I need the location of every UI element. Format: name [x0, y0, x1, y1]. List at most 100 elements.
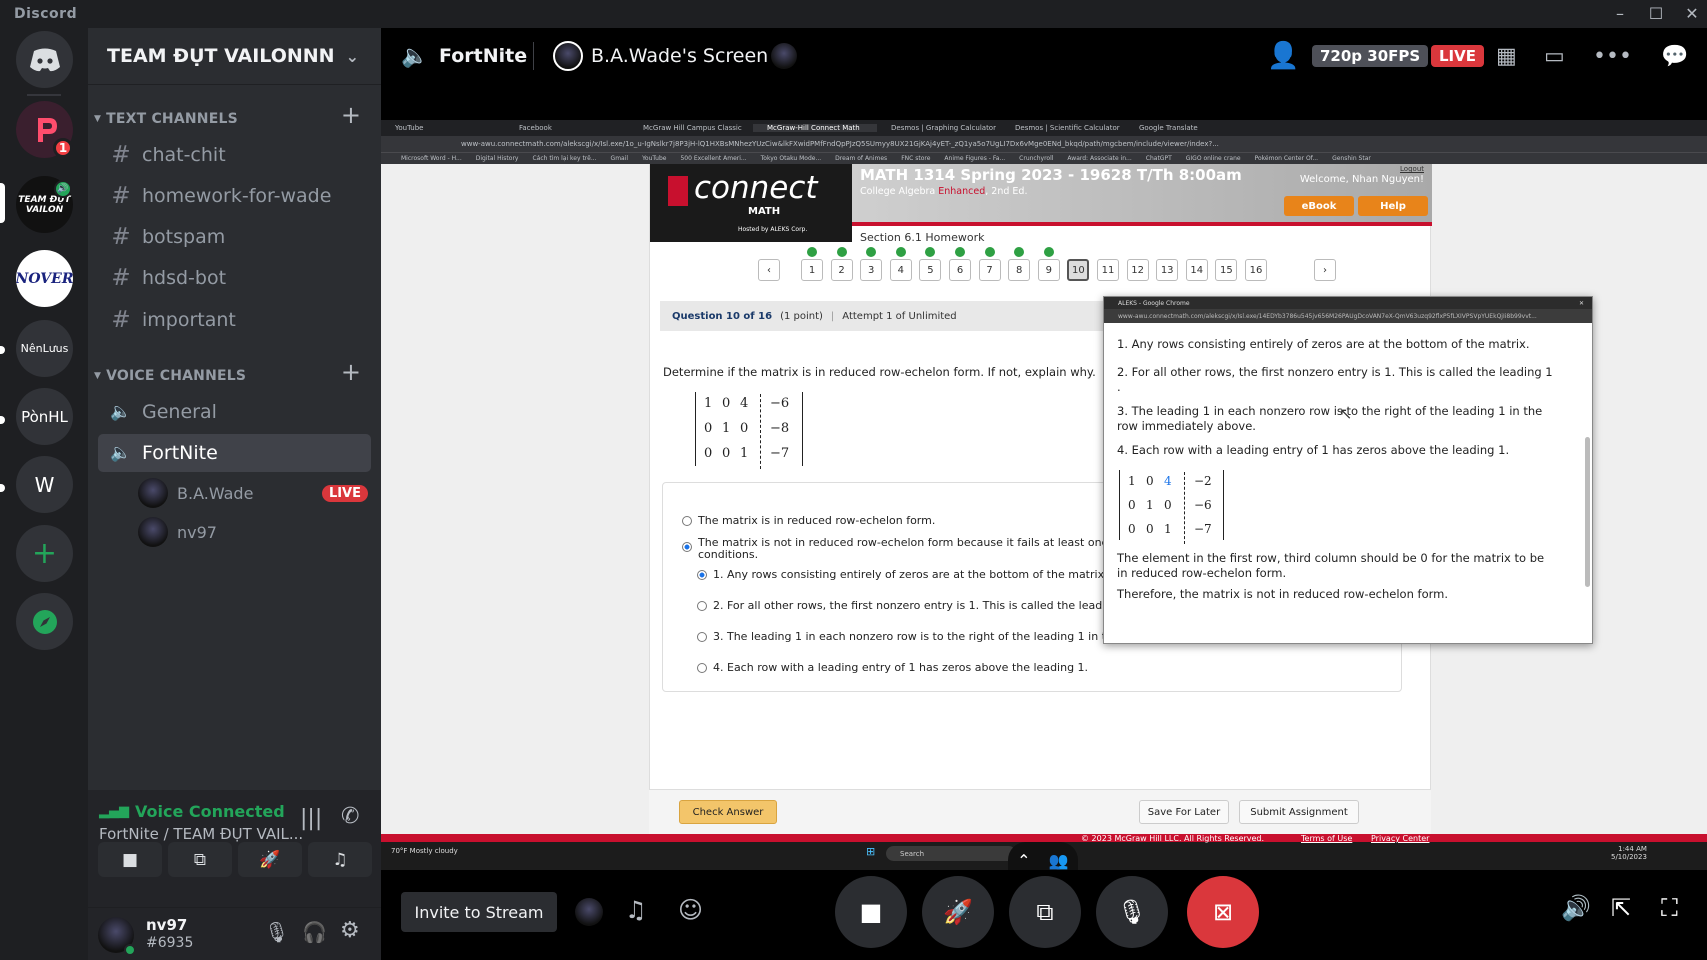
emoji-icon[interactable]: ☺	[678, 896, 703, 924]
question-nav-2[interactable]: 2	[830, 259, 853, 281]
volume-icon[interactable]: 🔊	[1561, 894, 1591, 922]
check-answer-button[interactable]: Check Answer	[679, 800, 777, 824]
channel-hdsd-bot[interactable]: # hdsd-bot	[98, 259, 371, 297]
quality-badge[interactable]: 720p 30FPS	[1312, 45, 1429, 67]
windows-start-icon[interactable]: ⊞	[866, 845, 875, 858]
soundboard-icon[interactable]: ♫	[625, 896, 647, 924]
voice-status-title[interactable]: ▂▄▆ Voice Connected	[99, 802, 285, 821]
user-name[interactable]: nv97	[146, 916, 187, 934]
invite-to-stream-button[interactable]: Invite to Stream	[401, 892, 557, 932]
popout-icon[interactable]: ▭	[1544, 44, 1565, 69]
bookmark-item[interactable]: YouTube	[642, 155, 666, 162]
minimize-icon[interactable]: –	[1608, 4, 1632, 23]
popup-scrollbar[interactable]	[1585, 437, 1590, 587]
maximize-icon[interactable]: ☐	[1644, 4, 1668, 23]
question-nav-6[interactable]: 6	[949, 259, 971, 281]
home-discord-icon[interactable]	[16, 31, 73, 88]
browser-tab[interactable]: Desmos | Scientific Calculator	[1001, 124, 1125, 132]
guild-header[interactable]: TEAM ĐỤT VAILONNN ⌄	[88, 28, 381, 85]
terms-link[interactable]: Terms of Use	[1301, 834, 1352, 843]
shared-screen[interactable]: YouTube Facebook McGraw Hill Campus Clas…	[381, 120, 1707, 870]
bookmark-item[interactable]: Award: Associate in...	[1067, 155, 1131, 162]
browser-tab[interactable]: Facebook	[505, 124, 629, 132]
question-nav-7[interactable]: 7	[978, 259, 1001, 281]
browser-tab[interactable]: Google Translate	[1125, 124, 1249, 132]
bookmark-item[interactable]: Digital History	[476, 155, 519, 162]
chevron-down-icon[interactable]: ⌄	[346, 47, 359, 66]
browser-tab[interactable]: McGraw Hill Campus Classic	[629, 124, 753, 132]
question-nav-13[interactable]: 13	[1156, 259, 1179, 281]
question-nav-9[interactable]: 9	[1037, 259, 1060, 281]
voice-user-bawade[interactable]: B.A.Wade LIVE	[138, 476, 368, 510]
channel-botspam[interactable]: # botspam	[98, 218, 371, 256]
share-screen-button[interactable]: ⧉	[1009, 876, 1081, 948]
camera-button[interactable]: ■	[835, 876, 907, 948]
radio-button-selected[interactable]	[697, 569, 707, 580]
option-not-rref[interactable]: The matrix is not in reduced row-echelon…	[682, 537, 1108, 561]
help-button[interactable]: Help	[1358, 196, 1428, 216]
radio-button[interactable]	[697, 662, 707, 673]
question-nav-5[interactable]: 5	[919, 259, 942, 281]
disconnect-icon[interactable]: ✆	[341, 804, 359, 829]
bookmark-item[interactable]: Gmail	[611, 155, 629, 162]
radio-button[interactable]	[697, 600, 707, 611]
bookmark-item[interactable]: Dream of Animes	[835, 155, 887, 162]
bookmark-item[interactable]: Anime Figures - Fa...	[944, 155, 1005, 162]
radio-button[interactable]	[697, 631, 707, 642]
voice-channel-fortnite[interactable]: 🔈 FortNite	[98, 434, 371, 472]
voice-channels-category[interactable]: ▼ VOICE CHANNELS	[94, 368, 246, 384]
bookmark-item[interactable]: FNC store	[901, 155, 930, 162]
question-nav-3[interactable]: 3	[860, 259, 883, 281]
channel-homework-for-wade[interactable]: # homework-for-wade	[98, 177, 371, 215]
browser-tab[interactable]: Desmos | Graphing Calculator	[877, 124, 1001, 132]
weather-widget[interactable]: 70°F Mostly cloudy	[391, 847, 458, 855]
question-nav-12[interactable]: 12	[1126, 259, 1149, 281]
condition-option-4[interactable]: 4. Each row with a leading entry of 1 ha…	[697, 661, 1088, 674]
microphone-icon[interactable]: 🎙	[264, 920, 289, 944]
next-question-button[interactable]: ›	[1314, 259, 1336, 281]
chevron-up-icon[interactable]: ⌃	[1017, 851, 1030, 870]
bookmark-item[interactable]: ChatGPT	[1146, 155, 1172, 162]
server-ponhl[interactable]: PònHL	[16, 388, 73, 445]
camera-button[interactable]: ■	[98, 842, 162, 877]
fullscreen-icon[interactable]: ⛶	[1661, 894, 1678, 922]
question-nav-4[interactable]: 4	[889, 259, 912, 281]
chat-icon[interactable]: 💬	[1661, 44, 1688, 69]
noise-suppression-icon[interactable]: |||	[300, 806, 322, 831]
bookmark-item[interactable]: Genshin Star	[1332, 155, 1371, 162]
avatar[interactable]	[771, 43, 797, 69]
text-channels-category[interactable]: ▼ TEXT CHANNELS	[94, 111, 238, 127]
close-icon[interactable]: ✕	[1579, 300, 1584, 307]
grid-layout-icon[interactable]: ▦	[1496, 44, 1517, 69]
save-for-later-button[interactable]: Save For Later	[1139, 800, 1229, 824]
condition-option-2[interactable]: 2. For all other rows, the first nonzero…	[697, 599, 1105, 612]
add-friend-icon[interactable]: 👤	[1267, 41, 1299, 71]
ebook-button[interactable]: eBook	[1284, 196, 1354, 216]
question-nav-16[interactable]: 16	[1245, 259, 1267, 281]
privacy-link[interactable]: Privacy Center	[1371, 834, 1429, 843]
activity-button[interactable]: 🚀	[922, 876, 994, 948]
stream-overlay-controls[interactable]: ⌃ 👥	[1008, 842, 1078, 870]
taskbar-search[interactable]: Search	[886, 846, 1016, 861]
headphones-icon[interactable]: 🎧	[302, 920, 327, 944]
bookmark-item[interactable]: Microsoft Word - H...	[401, 155, 462, 162]
browser-tab-active[interactable]: McGraw-Hill Connect Math	[753, 124, 877, 132]
bookmark-item[interactable]: Cách tìm lại key trê...	[532, 155, 596, 162]
server-nenluus[interactable]: NênLưus	[16, 320, 73, 377]
stop-streaming-button[interactable]: ⊠	[1187, 876, 1259, 948]
question-nav-10[interactable]: 10	[1067, 259, 1090, 281]
option-rref[interactable]: The matrix is in reduced row-echelon for…	[682, 514, 935, 527]
question-nav-14[interactable]: 14	[1185, 259, 1208, 281]
avatar[interactable]	[575, 898, 603, 926]
browser-tab[interactable]: YouTube	[381, 124, 505, 132]
bookmark-item[interactable]: GIGO online crane	[1186, 155, 1241, 162]
soundboard-button[interactable]: ♫	[308, 842, 372, 877]
voice-channel-general[interactable]: 🔈 General	[98, 393, 371, 431]
bookmark-item[interactable]: Tokyo Otaku Mode...	[761, 155, 822, 162]
add-voice-channel-icon[interactable]: +	[341, 358, 361, 386]
channel-important[interactable]: # important	[98, 301, 371, 339]
channel-chat-chit[interactable]: # chat-chit	[98, 136, 371, 174]
popout-icon[interactable]: ⇱	[1611, 894, 1631, 922]
server-dev-admin-nover[interactable]: NOVER	[16, 250, 73, 307]
server-w[interactable]: W	[16, 456, 73, 513]
